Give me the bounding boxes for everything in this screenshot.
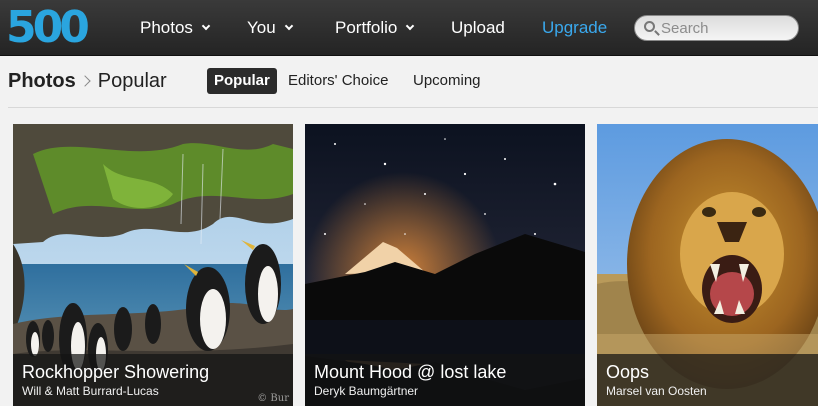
photo-author[interactable]: Deryk Baumgärtner xyxy=(314,384,418,398)
photo-caption: Mount Hood @ lost lake Deryk Baumgärtner xyxy=(305,354,585,406)
photo-title[interactable]: Oops xyxy=(606,362,649,383)
nav-upgrade-link[interactable]: Upgrade xyxy=(542,0,607,56)
photo-author[interactable]: Marsel van Oosten xyxy=(606,384,707,398)
chevron-down-icon xyxy=(201,21,211,31)
nav-upgrade-label: Upgrade xyxy=(542,18,608,37)
chevron-down-icon xyxy=(406,21,415,31)
top-navigation-bar: 500 Photos You Portfolio Upload Upgrade xyxy=(0,0,818,56)
photo-title[interactable]: Rockhopper Showering xyxy=(22,362,209,383)
search-input[interactable] xyxy=(661,18,791,38)
photo-card-mount-hood[interactable]: Mount Hood @ lost lake Deryk Baumgärtner xyxy=(305,124,585,406)
photo-watermark: © Bur xyxy=(257,393,289,404)
photo-caption: Rockhopper Showering Will & Matt Burrard… xyxy=(13,354,293,406)
photo-author[interactable]: Will & Matt Burrard-Lucas xyxy=(22,384,159,398)
nav-photos-menu[interactable]: Photos xyxy=(140,0,211,56)
tab-upcoming[interactable]: Upcoming xyxy=(406,68,488,94)
divider xyxy=(8,107,818,108)
search-icon xyxy=(644,21,655,32)
photo-caption: Oops Marsel van Oosten xyxy=(597,354,818,406)
breadcrumb-root[interactable]: Photos xyxy=(8,70,76,92)
nav-portfolio-menu[interactable]: Portfolio xyxy=(335,0,415,56)
tab-popular[interactable]: Popular xyxy=(207,68,277,94)
search-box xyxy=(634,15,799,41)
photo-card-rockhopper[interactable]: Rockhopper Showering Will & Matt Burrard… xyxy=(13,124,293,406)
nav-photos-label: Photos xyxy=(140,18,193,37)
tab-editors-choice[interactable]: Editors' Choice xyxy=(281,68,395,94)
nav-upload-label: Upload xyxy=(451,18,505,37)
nav-you-menu[interactable]: You xyxy=(247,0,293,56)
chevron-right-icon xyxy=(79,75,91,87)
photo-card-oops[interactable]: Oops Marsel van Oosten xyxy=(597,124,818,406)
logo-500px[interactable]: 500 xyxy=(6,6,102,50)
breadcrumb-current: Popular xyxy=(97,70,167,92)
breadcrumb: Photos Popular xyxy=(8,67,167,95)
chevron-down-icon xyxy=(284,21,293,31)
nav-portfolio-label: Portfolio xyxy=(335,18,398,37)
photo-title[interactable]: Mount Hood @ lost lake xyxy=(314,362,506,383)
nav-upload-link[interactable]: Upload xyxy=(451,0,505,56)
nav-you-label: You xyxy=(247,18,276,37)
